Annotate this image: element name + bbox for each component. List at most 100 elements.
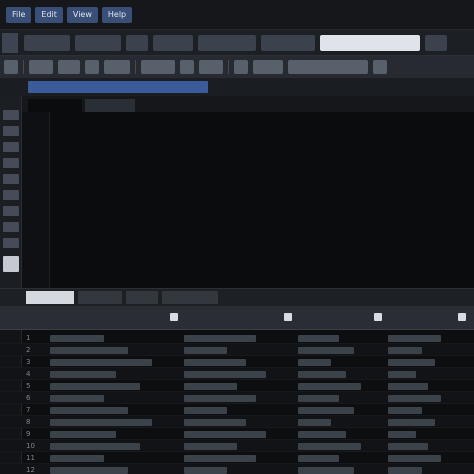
table-row[interactable]: 7	[0, 404, 474, 416]
table-cell[interactable]	[184, 455, 256, 462]
table-row[interactable]: 8	[0, 416, 474, 428]
table-cell[interactable]	[298, 407, 354, 414]
code-line[interactable]	[56, 215, 472, 226]
table-cell[interactable]	[298, 371, 347, 378]
statistics-tab[interactable]	[162, 291, 218, 304]
code-line[interactable]	[56, 182, 472, 193]
table-cell[interactable]	[298, 347, 354, 354]
table-cell[interactable]	[184, 371, 266, 378]
table-row[interactable]: 10	[0, 440, 474, 452]
ribbon-tab[interactable]	[261, 34, 315, 51]
code-line[interactable]	[56, 204, 472, 215]
ribbon-tab[interactable]	[198, 34, 256, 51]
table-row[interactable]: 9	[0, 428, 474, 440]
filter-dropdown-icon[interactable]	[458, 313, 466, 321]
table-cell[interactable]	[50, 419, 152, 426]
explorer-node-selected[interactable]	[3, 256, 19, 272]
table-cell[interactable]	[184, 383, 237, 390]
explorer-node[interactable]	[3, 190, 19, 200]
document-tab-active[interactable]	[28, 99, 82, 112]
table-cell[interactable]	[298, 359, 332, 366]
table-cell[interactable]	[388, 407, 423, 414]
table-row[interactable]: 1	[0, 332, 474, 344]
code-line[interactable]	[56, 237, 472, 248]
table-cell[interactable]	[50, 443, 140, 450]
table-row[interactable]: 11	[0, 452, 474, 464]
table-cell[interactable]	[184, 359, 247, 366]
code-line[interactable]	[56, 160, 472, 171]
format-button[interactable]	[234, 60, 248, 74]
parse-button[interactable]	[199, 60, 223, 74]
menu-view[interactable]: View	[66, 6, 98, 23]
database-select[interactable]	[288, 60, 368, 74]
document-tab[interactable]	[85, 99, 135, 112]
explorer-node[interactable]	[3, 142, 19, 152]
table-cell[interactable]	[388, 347, 423, 354]
code-line[interactable]	[56, 127, 472, 138]
code-line[interactable]	[56, 171, 472, 182]
table-cell[interactable]	[388, 467, 423, 474]
plan-tab[interactable]	[126, 291, 158, 304]
table-row[interactable]: 5	[0, 380, 474, 392]
table-cell[interactable]	[50, 359, 152, 366]
table-cell[interactable]	[298, 395, 339, 402]
table-cell[interactable]	[298, 443, 361, 450]
explorer-node[interactable]	[3, 238, 19, 248]
explorer-node[interactable]	[3, 174, 19, 184]
table-cell[interactable]	[50, 371, 116, 378]
column-header[interactable]	[50, 309, 160, 327]
table-cell[interactable]	[184, 419, 247, 426]
options-button[interactable]	[373, 60, 387, 74]
table-cell[interactable]	[184, 407, 228, 414]
filter-dropdown-icon[interactable]	[374, 313, 382, 321]
table-cell[interactable]	[184, 347, 228, 354]
column-header[interactable]	[184, 309, 274, 327]
table-cell[interactable]	[50, 431, 116, 438]
execute-button[interactable]	[141, 60, 175, 74]
explorer-node[interactable]	[3, 206, 19, 216]
code-area[interactable]	[56, 116, 472, 259]
ribbon-tab[interactable]	[126, 34, 148, 51]
ribbon-tab[interactable]	[75, 34, 121, 51]
save-button[interactable]	[58, 60, 80, 74]
table-row[interactable]: 2	[0, 344, 474, 356]
table-cell[interactable]	[50, 455, 104, 462]
messages-tab[interactable]	[78, 291, 122, 304]
table-cell[interactable]	[50, 395, 104, 402]
table-cell[interactable]	[388, 335, 441, 342]
table-cell[interactable]	[388, 359, 435, 366]
table-cell[interactable]	[50, 335, 104, 342]
table-cell[interactable]	[298, 431, 347, 438]
table-cell[interactable]	[50, 383, 140, 390]
table-cell[interactable]	[50, 467, 128, 474]
code-line[interactable]	[56, 138, 472, 149]
table-cell[interactable]	[298, 419, 332, 426]
cut-button[interactable]	[85, 60, 99, 74]
table-cell[interactable]	[388, 443, 429, 450]
menu-file[interactable]: File	[6, 6, 32, 23]
table-cell[interactable]	[388, 419, 435, 426]
table-row[interactable]: 6	[0, 392, 474, 404]
table-cell[interactable]	[184, 443, 237, 450]
ribbon-tab[interactable]	[425, 34, 447, 51]
menu-help[interactable]: Help	[101, 6, 133, 23]
filter-dropdown-icon[interactable]	[284, 313, 292, 321]
menu-edit[interactable]: Edit	[35, 6, 63, 23]
code-line[interactable]	[56, 248, 472, 259]
new-query-button[interactable]	[4, 60, 18, 74]
table-cell[interactable]	[50, 347, 128, 354]
table-cell[interactable]	[298, 335, 339, 342]
table-cell[interactable]	[388, 395, 441, 402]
stop-button[interactable]	[180, 60, 194, 74]
table-cell[interactable]	[298, 455, 339, 462]
table-cell[interactable]	[50, 407, 128, 414]
copy-button[interactable]	[104, 60, 130, 74]
results-tab-active[interactable]	[26, 291, 74, 304]
active-file-label[interactable]	[28, 81, 208, 93]
table-cell[interactable]	[184, 395, 256, 402]
code-line[interactable]	[56, 193, 472, 204]
code-line[interactable]	[56, 149, 472, 160]
ribbon-tab-active[interactable]	[320, 34, 420, 51]
code-line[interactable]	[56, 226, 472, 237]
open-button[interactable]	[29, 60, 53, 74]
